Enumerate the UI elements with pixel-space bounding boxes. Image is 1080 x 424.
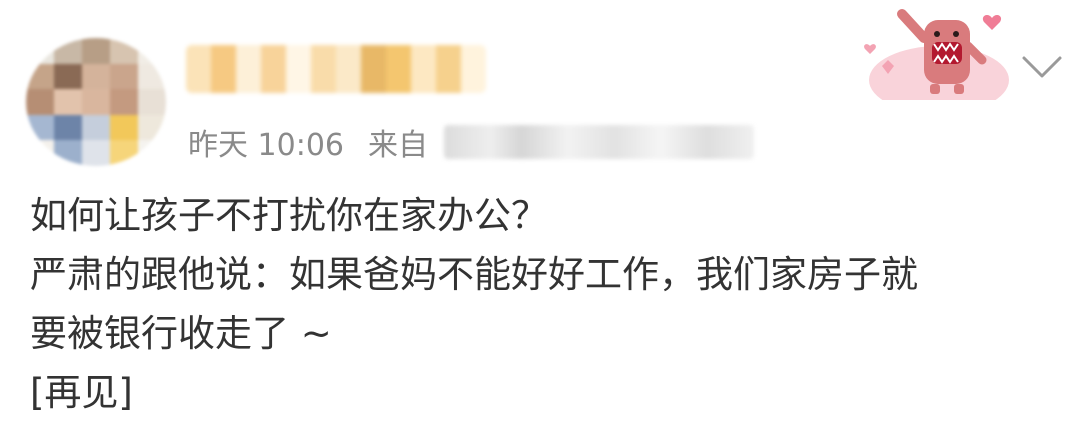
avatar[interactable] xyxy=(26,38,166,166)
username-blurred[interactable] xyxy=(186,45,486,93)
post-line: 要被银行收走了 ~ xyxy=(30,312,332,355)
chevron-down-icon[interactable] xyxy=(1020,52,1064,82)
post-source-prefix: 来自 xyxy=(368,128,428,163)
post-line: 如何让孩子不打扰你在家办公？ xyxy=(30,194,548,237)
post-timestamp: 昨天 10:06 xyxy=(188,128,344,163)
post-meta: 昨天 10:06 来自 xyxy=(188,120,754,164)
post-emoji-tag: [再见] xyxy=(30,371,133,414)
post-content: 如何让孩子不打扰你在家办公？ 严肃的跟他说：如果爸妈不能好好工作，我们家房子就 … xyxy=(30,186,1050,422)
domo-kun-waving-sticker-icon xyxy=(864,9,1009,100)
post-line: 严肃的跟他说：如果爸妈不能好好工作，我们家房子就 xyxy=(30,253,918,296)
post-source-blurred[interactable] xyxy=(444,125,754,159)
